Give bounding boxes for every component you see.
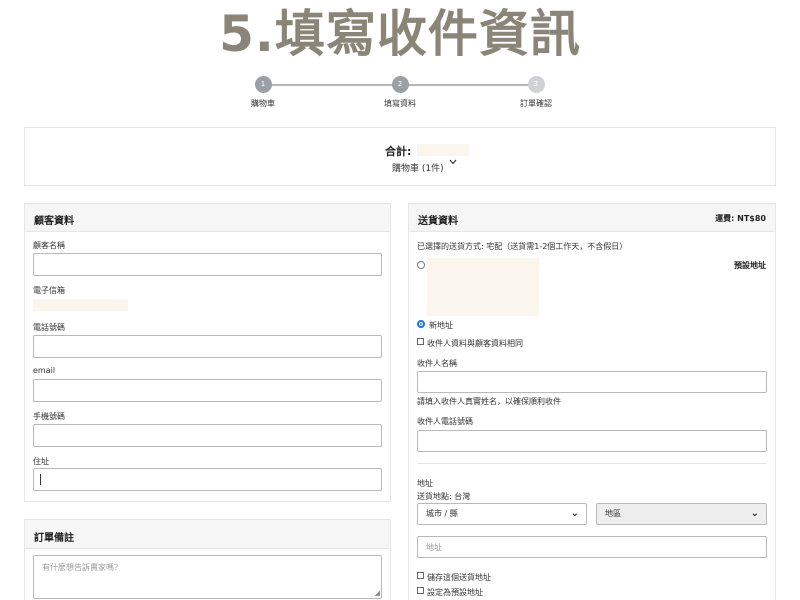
address-input-placeholder: 地址 xyxy=(426,543,442,552)
order-summary: 合計: 購物車 (1件) xyxy=(24,127,776,186)
shipping-panel-header: 送貨資料 運費: NT$80 xyxy=(409,204,775,232)
step-1-label: 購物車 xyxy=(251,99,275,108)
recipient-name-input[interactable] xyxy=(417,371,767,393)
same-as-customer-label: 收件人資料與顧客資料相同 xyxy=(427,339,523,348)
customer-address-label: 住址 xyxy=(33,457,49,466)
step-confirm: 3 訂單確認 xyxy=(496,76,576,109)
same-as-customer-checkbox[interactable] xyxy=(417,338,424,345)
recipient-name-label: 收件人名稱 xyxy=(417,359,457,368)
step-cart: 1 購物車 xyxy=(223,76,303,109)
step-3-dot: 3 xyxy=(527,76,545,93)
set-default-label: 設定為預設地址 xyxy=(427,588,483,597)
step-1-dot: 1 xyxy=(254,76,272,93)
recipient-phone-label: 收件人電話號碼 xyxy=(417,417,473,426)
page-banner-title: 5.填寫收件資訊 xyxy=(219,5,581,63)
customer-mobile-input[interactable] xyxy=(33,424,382,447)
text-cursor xyxy=(40,474,41,485)
customer-address-input[interactable] xyxy=(33,468,382,491)
address-section-label: 地址 xyxy=(417,479,433,488)
city-select-value: 城市 / 縣 xyxy=(426,509,458,518)
total-label: 合計: xyxy=(385,145,412,158)
resize-handle-icon[interactable]: ◢ xyxy=(375,590,380,597)
customer-panel-title: 顧客資料 xyxy=(25,204,390,232)
customer-email2-label: email xyxy=(33,366,56,375)
customer-name-label: 顧客名稱 xyxy=(33,241,65,250)
shipping-fee: 運費: NT$80 xyxy=(715,214,766,223)
shipping-method-text: 已選擇的送貨方式: 宅配（送貨需1-2個工作天，不含假日） xyxy=(417,242,628,251)
customer-phone-label: 電話號碼 xyxy=(33,323,65,332)
chevron-down-icon: ⌄ xyxy=(750,508,759,519)
default-address-redacted xyxy=(427,258,539,316)
customer-phone-input[interactable] xyxy=(33,335,382,358)
new-address-radio[interactable] xyxy=(417,320,425,328)
set-default-checkbox[interactable] xyxy=(417,587,424,594)
checkout-progress: 1 購物車 2 填寫資料 3 訂單確認 xyxy=(200,76,600,112)
order-note-textarea[interactable]: 有什麼想告訴賣家嗎？ ◢ xyxy=(33,555,382,599)
ship-region-text: 送貨地點: 台灣 xyxy=(417,492,471,501)
district-select[interactable]: 地區 ⌄ xyxy=(596,503,767,525)
chevron-down-icon: ⌄ xyxy=(570,508,579,519)
customer-email-redacted xyxy=(33,299,128,311)
default-address-radio[interactable] xyxy=(417,261,425,269)
step-2-label: 填寫資料 xyxy=(384,99,416,108)
recipient-name-hint: 請填入收件人真實姓名，以確保順利收件 xyxy=(417,397,561,406)
address-input[interactable]: 地址 xyxy=(417,536,767,558)
city-select[interactable]: 城市 / 縣 ⌄ xyxy=(417,503,587,525)
shipping-panel-title: 送貨資料 xyxy=(418,216,458,227)
save-address-checkbox[interactable] xyxy=(417,572,424,579)
district-select-value: 地區 xyxy=(605,509,621,518)
new-address-label: 新地址 xyxy=(429,321,453,330)
step-fill-info: 2 填寫資料 xyxy=(360,76,440,109)
customer-name-input[interactable] xyxy=(33,253,382,276)
cart-toggle[interactable]: 購物車 (1件) xyxy=(392,161,444,174)
customer-mobile-label: 手機號碼 xyxy=(33,412,65,421)
step-3-label: 訂單確認 xyxy=(520,99,552,108)
order-note-title: 訂單備註 xyxy=(25,520,390,549)
section-divider xyxy=(417,463,767,464)
chevron-down-icon[interactable] xyxy=(449,158,457,168)
total-amount-redacted xyxy=(417,144,469,156)
step-2-dot: 2 xyxy=(391,76,409,93)
recipient-phone-input[interactable] xyxy=(417,430,767,452)
default-address-label: 預設地址 xyxy=(734,261,766,270)
customer-email2-input[interactable] xyxy=(33,379,382,402)
order-note-placeholder: 有什麼想告訴賣家嗎？ xyxy=(42,563,122,572)
save-address-label: 儲存這個送貨地址 xyxy=(427,573,491,582)
customer-email-label: 電子信箱 xyxy=(33,286,65,295)
